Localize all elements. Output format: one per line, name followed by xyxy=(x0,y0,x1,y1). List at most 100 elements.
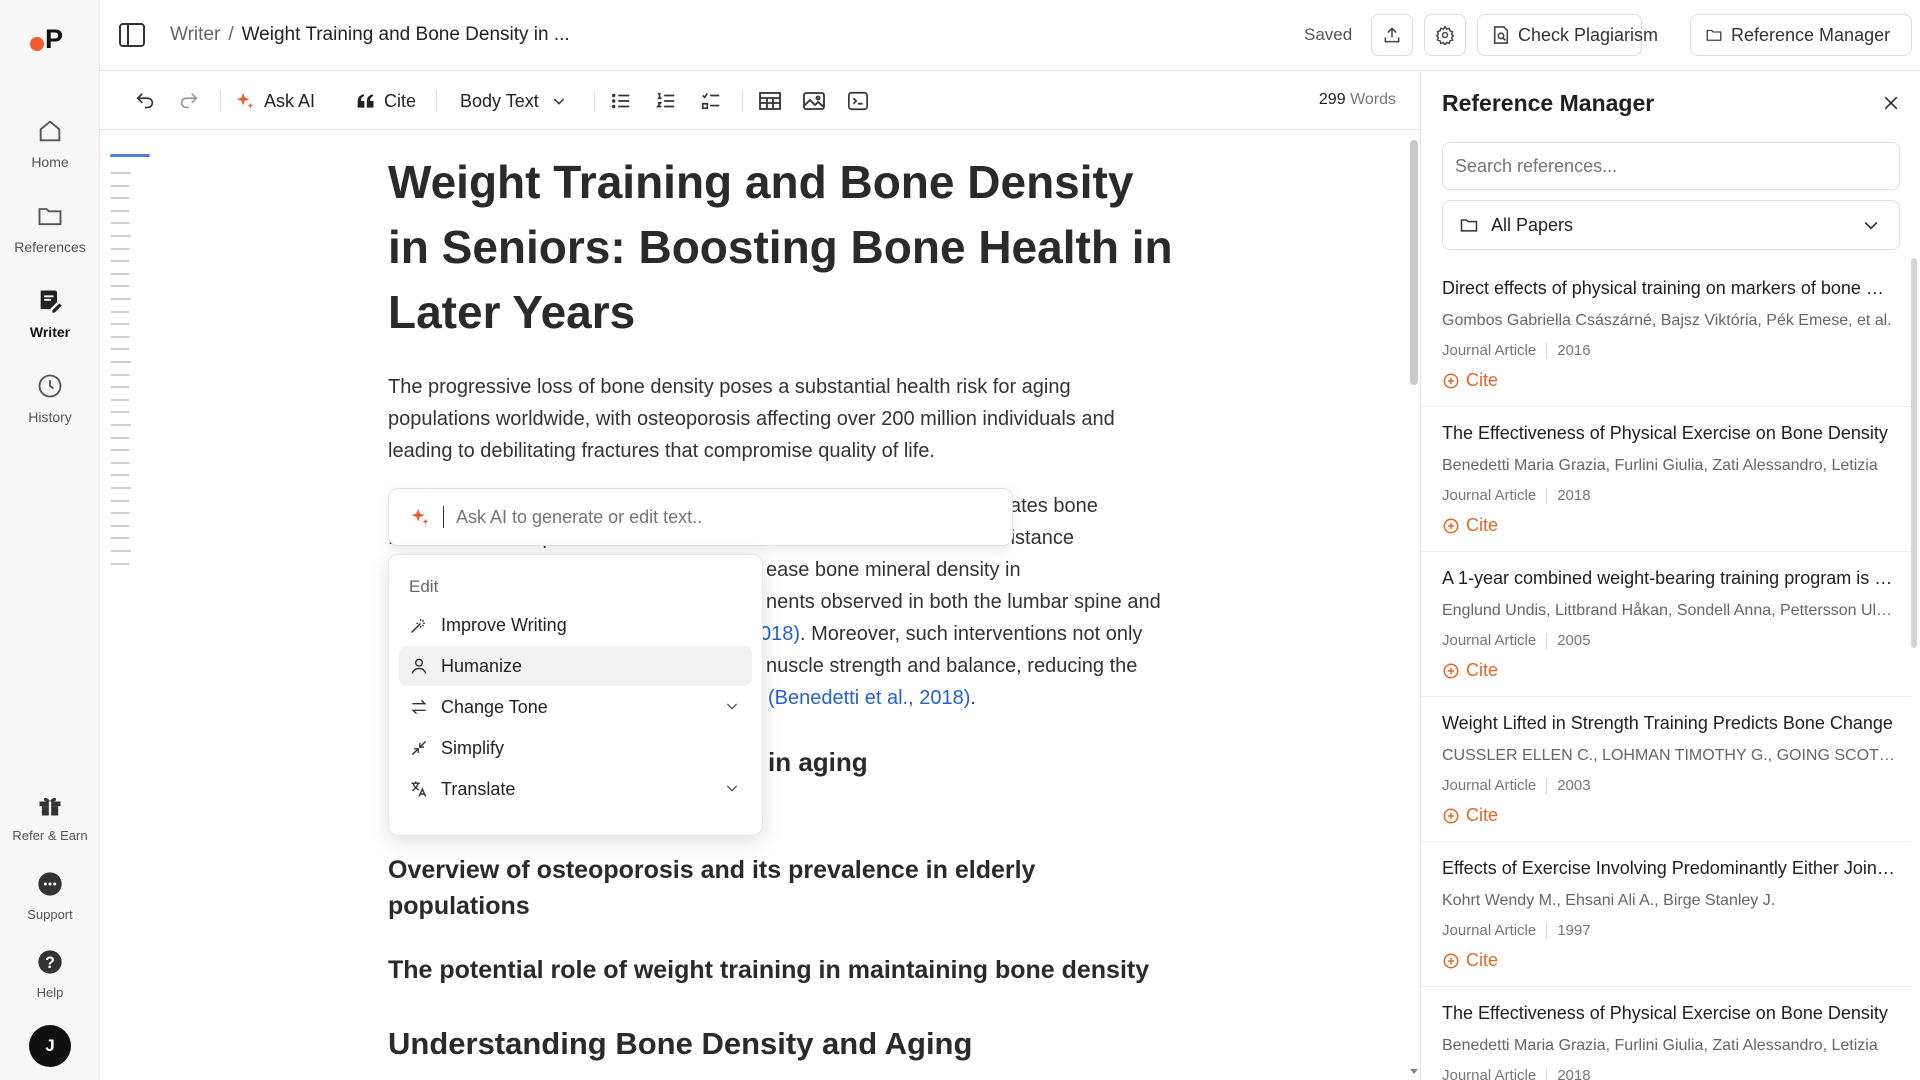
reference-item[interactable]: Direct effects of physical training on m… xyxy=(1421,262,1911,407)
document-title[interactable]: Weight Training and Bone Density in Seni… xyxy=(388,150,1188,345)
reference-item[interactable]: Effects of Exercise Involving Predominan… xyxy=(1421,842,1911,987)
menu-item-simplify[interactable]: Simplify xyxy=(399,728,752,768)
outline-line[interactable] xyxy=(111,310,129,313)
document-scrollbar-thumb[interactable] xyxy=(1410,140,1418,385)
close-icon[interactable] xyxy=(1881,93,1901,113)
app-logo[interactable]: P xyxy=(30,24,63,55)
settings-button[interactable] xyxy=(1424,14,1466,56)
export-button[interactable] xyxy=(1371,14,1413,56)
folder-select[interactable]: All Papers xyxy=(1442,200,1900,250)
reference-meta: Journal Article 1997 xyxy=(1442,922,1591,939)
menu-item-change-tone[interactable]: Change Tone xyxy=(399,687,752,727)
bullet-list-button[interactable] xyxy=(610,86,632,116)
rail-item-refer[interactable]: Refer & Earn xyxy=(0,790,100,843)
outline-line[interactable] xyxy=(111,298,131,300)
cite-reference-button[interactable]: Cite xyxy=(1442,950,1498,971)
reference-type: Journal Article xyxy=(1442,922,1537,939)
cite-reference-button[interactable]: Cite xyxy=(1442,515,1498,536)
section-heading[interactable]: in aging xyxy=(768,744,868,780)
outline-line[interactable] xyxy=(111,285,129,288)
outline-line[interactable] xyxy=(111,424,131,426)
citation-link[interactable]: (Benedetti et al., 2018) xyxy=(768,687,970,709)
redo-button[interactable] xyxy=(178,86,200,116)
outline-line[interactable] xyxy=(111,411,129,414)
outline-line[interactable] xyxy=(111,323,129,326)
reference-search-input[interactable] xyxy=(1442,142,1900,190)
rail-item-support[interactable]: Support xyxy=(0,869,100,922)
breadcrumb-doc-title[interactable]: Weight Training and Bone Density in ... xyxy=(242,24,570,45)
avatar[interactable]: J xyxy=(29,1025,71,1067)
outline-line[interactable] xyxy=(111,524,129,527)
reference-item[interactable]: Weight Lifted in Strength Training Predi… xyxy=(1421,697,1911,842)
reference-item[interactable]: The Effectiveness of Physical Exercise o… xyxy=(1421,987,1911,1080)
breadcrumb-root[interactable]: Writer xyxy=(170,24,220,45)
cite-reference-button[interactable]: Cite xyxy=(1442,370,1498,391)
outline-line[interactable] xyxy=(111,461,129,464)
reference-item[interactable]: The Effectiveness of Physical Exercise o… xyxy=(1421,407,1911,552)
plus-circle-icon xyxy=(1442,372,1460,390)
outline-line[interactable] xyxy=(111,373,129,376)
ask-ai-input-box[interactable] xyxy=(388,488,1013,546)
scroll-down-icon[interactable] xyxy=(1409,1068,1419,1076)
outline-line[interactable] xyxy=(111,247,129,250)
document-body[interactable]: Weight Training and Bone Density in Seni… xyxy=(388,150,1188,467)
text-style-dropdown[interactable]: Body Text xyxy=(460,86,567,116)
section-heading[interactable]: Overview of osteoporosis and its prevale… xyxy=(388,852,1108,924)
outline-line[interactable] xyxy=(111,537,129,540)
citation-link[interactable]: 018) xyxy=(760,623,800,645)
check-plagiarism-button[interactable]: Check Plagiarism xyxy=(1477,14,1658,56)
section-heading[interactable]: The potential role of weight training in… xyxy=(388,952,1168,988)
outline-line[interactable] xyxy=(111,474,129,477)
outline-line[interactable] xyxy=(111,348,129,351)
reference-manager-button[interactable]: Reference Manager xyxy=(1690,14,1912,56)
rail-item-history[interactable]: History xyxy=(0,371,100,425)
outline-active-marker[interactable] xyxy=(110,154,150,157)
outline-line[interactable] xyxy=(111,512,129,515)
reference-item[interactable]: A 1-year combined weight-bearing trainin… xyxy=(1421,552,1911,697)
ask-ai-input[interactable] xyxy=(456,506,956,528)
outline-line[interactable] xyxy=(111,487,131,489)
sidebar-toggle-icon[interactable] xyxy=(118,22,146,48)
menu-item-humanize[interactable]: Humanize xyxy=(399,646,752,686)
insert-table-button[interactable] xyxy=(758,86,782,116)
outline-line[interactable] xyxy=(111,398,129,401)
undo-button[interactable] xyxy=(134,86,156,116)
outline-line[interactable] xyxy=(111,335,129,338)
section-heading[interactable]: Understanding Bone Density and Aging xyxy=(388,1026,972,1062)
redo-icon xyxy=(178,90,200,112)
outline-line[interactable] xyxy=(111,499,129,502)
breadcrumb-separator: / xyxy=(228,24,234,45)
reference-list-scrollbar[interactable] xyxy=(1911,258,1917,648)
reference-title: The Effectiveness of Physical Exercise o… xyxy=(1442,1003,1888,1023)
outline-line[interactable] xyxy=(111,272,129,275)
rail-item-help[interactable]: ? Help xyxy=(0,947,100,1000)
reference-year: 2005 xyxy=(1557,632,1591,649)
cite-reference-button[interactable]: Cite xyxy=(1442,660,1498,681)
rail-item-home[interactable]: Home xyxy=(0,116,100,170)
outline-line[interactable] xyxy=(111,197,129,200)
outline-line[interactable] xyxy=(111,172,131,174)
outline-line[interactable] xyxy=(111,222,129,225)
insert-code-button[interactable] xyxy=(847,86,869,116)
insert-image-button[interactable] xyxy=(802,86,826,116)
menu-item-translate[interactable]: Translate xyxy=(399,769,752,809)
menu-item-improve-writing[interactable]: Improve Writing xyxy=(399,605,752,645)
checklist-button[interactable] xyxy=(700,86,722,116)
numbered-list-button[interactable] xyxy=(655,86,677,116)
outline-line[interactable] xyxy=(111,260,129,263)
outline-line[interactable] xyxy=(111,209,129,212)
outline-line[interactable] xyxy=(111,386,129,389)
outline-line[interactable] xyxy=(111,235,131,237)
cite-button[interactable]: Cite xyxy=(356,86,416,116)
outline-line[interactable] xyxy=(111,436,129,439)
ask-ai-button[interactable]: Ask AI xyxy=(234,86,315,116)
outline-line[interactable] xyxy=(111,361,131,363)
cite-reference-button[interactable]: Cite xyxy=(1442,805,1498,826)
outline-line[interactable] xyxy=(111,184,129,187)
outline-line[interactable] xyxy=(111,562,129,565)
outline-line[interactable] xyxy=(111,550,131,552)
rail-item-writer[interactable]: Writer xyxy=(0,286,100,340)
outline-line[interactable] xyxy=(111,449,129,452)
intro-paragraph[interactable]: The progressive loss of bone density pos… xyxy=(388,371,1188,467)
rail-item-references[interactable]: References xyxy=(0,201,100,255)
